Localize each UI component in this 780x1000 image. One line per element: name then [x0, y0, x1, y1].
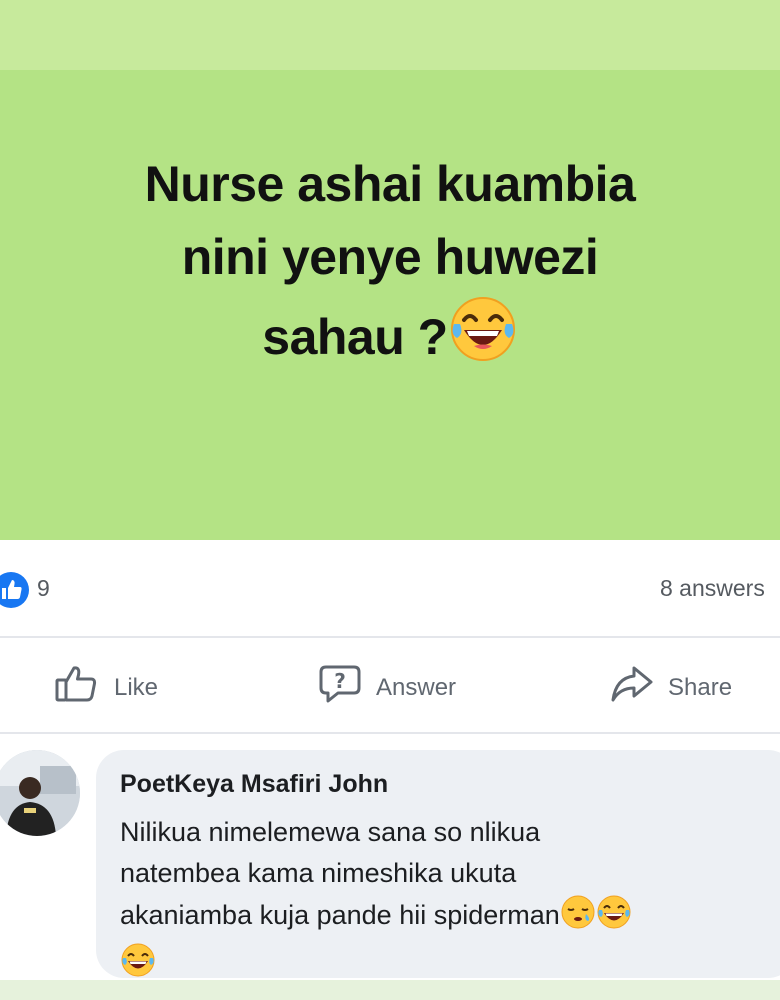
comment-line-3-text: akaniamba kuja pande hii spiderman — [120, 900, 560, 930]
post-text-line-3-text: sahau ? — [262, 309, 448, 365]
reaction-stats-bar: 9 8 answers — [0, 540, 780, 636]
post-text-line-1: Nurse ashai kuambia — [144, 156, 636, 212]
comment: PoetKeya Msafiri John Nilikua nimelemewa… — [0, 734, 780, 1000]
svg-text:?: ? — [334, 669, 346, 693]
comment-author[interactable]: PoetKeya Msafiri John — [120, 770, 388, 799]
like-reaction-icon — [0, 571, 30, 614]
post-text-line-2: nini yenye huwezi — [181, 229, 599, 285]
sleepy-face-icon — [560, 894, 596, 942]
comment-line-1: Nilikua nimelemewa sana so nlikua — [120, 817, 541, 847]
post-card: Nurse ashai kuambia nini yenye huwezi sa… — [0, 70, 780, 540]
share-button[interactable]: Share — [610, 664, 732, 711]
avatar[interactable] — [0, 750, 80, 836]
like-count[interactable]: 9 — [37, 575, 50, 602]
comment-bubble: PoetKeya Msafiri John Nilikua nimelemewa… — [96, 750, 780, 978]
laughing-emoji-icon — [596, 894, 632, 942]
next-post-edge — [0, 980, 780, 1000]
like-label: Like — [114, 673, 159, 701]
post-text: Nurse ashai kuambia nini yenye huwezi sa… — [40, 148, 740, 384]
comment-line-2: natembea kama nimeshika ukuta — [120, 858, 517, 888]
post-actions-bar: Like ? Answer Share — [0, 638, 780, 732]
share-label: Share — [668, 673, 733, 701]
answers-count[interactable]: 8 answers — [660, 575, 765, 602]
like-button[interactable]: Like — [54, 664, 158, 711]
answer-button[interactable]: ? Answer — [318, 664, 456, 711]
laughing-emoji-icon — [448, 294, 518, 384]
comment-line-3: akaniamba kuja pande hii spiderman — [120, 894, 770, 942]
share-arrow-icon — [610, 664, 654, 711]
thumbs-up-icon — [54, 664, 100, 711]
previous-post-edge — [0, 0, 780, 70]
answer-label: Answer — [376, 673, 457, 701]
post-text-line-3: sahau ? — [40, 294, 740, 384]
question-bubble-icon: ? — [318, 664, 362, 711]
page: Nurse ashai kuambia nini yenye huwezi sa… — [0, 0, 780, 1000]
comment-text: Nilikua nimelemewa sana so nlikua natemb… — [120, 812, 770, 990]
